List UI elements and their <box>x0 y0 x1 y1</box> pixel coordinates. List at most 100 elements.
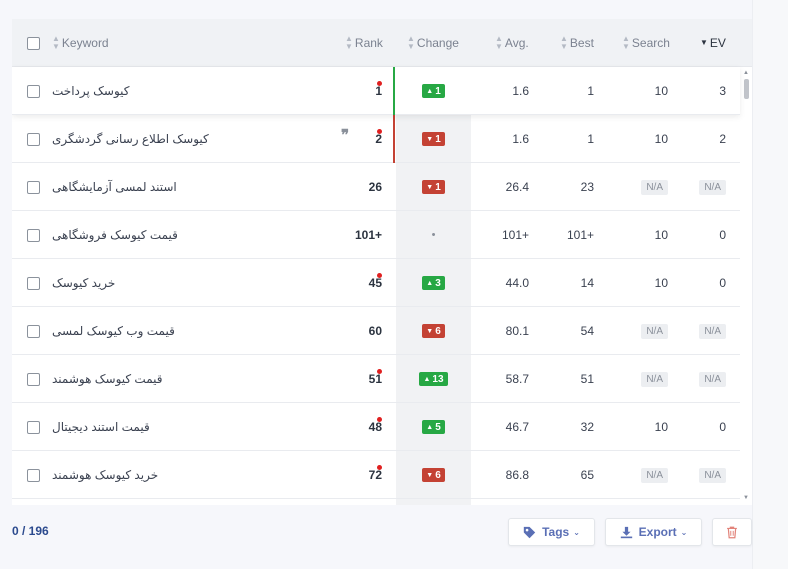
rank-value: 2 <box>375 132 382 146</box>
row-checkbox-cell <box>27 451 40 499</box>
trash-icon <box>726 526 738 539</box>
arrow-down-icon: ▼ <box>426 327 434 335</box>
avg-cell: 80.1 <box>505 324 529 338</box>
row-checkbox-cell <box>27 403 40 451</box>
header-change-label: Change <box>416 36 459 50</box>
keyword-cell[interactable]: کیوسک اطلاع رسانی گردشگری <box>52 115 332 163</box>
header-rank[interactable]: ▲ ▼ Rank <box>345 19 383 67</box>
row-checkbox-cell <box>27 115 40 163</box>
ev-value: N/A <box>699 179 726 195</box>
row-checkbox[interactable] <box>27 420 40 434</box>
rank-value: 101+ <box>354 228 382 242</box>
row-checkbox[interactable] <box>27 84 40 98</box>
scroll-down-icon[interactable]: ▼ <box>743 495 749 501</box>
rank-cell: 1 <box>342 67 382 115</box>
table-row[interactable]: قیمت کیوسک فروشگاهی 101+ • 101+ 101+ 10 0 <box>12 211 740 259</box>
ev-value: N/A <box>699 467 726 483</box>
ev-value: 2 <box>719 132 726 146</box>
row-checkbox-cell <box>27 355 40 403</box>
keyword-cell[interactable]: قیمت کیوسک فروشگاهی <box>52 211 332 259</box>
delete-button[interactable] <box>712 518 752 546</box>
row-checkbox[interactable] <box>27 324 40 338</box>
best-cell: 32 <box>580 420 594 434</box>
rank-up-bar <box>393 67 395 115</box>
table-row[interactable]: کیوسک پرداخت 1 ▲ 1 1.6 1 10 3 <box>12 67 740 115</box>
table-row[interactable]: کیوسک اطلاع رسانی گردشگری 2 ❞ ▼ 1 1.6 1 10 2 <box>12 115 740 163</box>
select-all-checkbox[interactable] <box>27 36 40 50</box>
scrollbar-thumb[interactable] <box>744 79 749 99</box>
tags-button[interactable]: Tags ⌄ <box>508 518 595 546</box>
header-keyword-label: Keyword <box>61 36 109 50</box>
change-badge: ▲ 13 <box>419 372 448 386</box>
ev-cell: N/A <box>672 163 726 211</box>
rank-down-bar <box>393 115 395 163</box>
ev-value: 0 <box>719 228 726 242</box>
header-keyword[interactable]: ▲ ▼ Keyword <box>52 19 109 67</box>
row-checkbox[interactable] <box>27 468 40 482</box>
search-value: 10 <box>654 132 668 146</box>
avg-cell: 86.8 <box>505 468 529 482</box>
header-best[interactable]: ▲ ▼ Best <box>560 19 594 67</box>
change-cell: ▼ 6 <box>396 307 471 355</box>
change-badge: ▲ 1 <box>422 84 445 98</box>
keyword-cell[interactable]: خرید کیوسک <box>52 259 332 307</box>
keyword-cell[interactable]: قیمت وب کیوسک لمسی <box>52 307 332 355</box>
sort-icon: ▲ ▼ <box>560 34 568 51</box>
search-value: N/A <box>641 467 668 483</box>
change-cell: ▲ 13 <box>396 355 471 403</box>
table-row[interactable]: قیمت استند دیجیتال 48 ▲ 5 46.7 32 10 0 <box>12 403 740 451</box>
keyword-cell[interactable]: خرید کیوسک هوشمند <box>52 451 332 499</box>
rank-cell: 26 <box>342 163 382 211</box>
sort-icon: ▲ ▼ <box>622 34 630 51</box>
change-badge: ▼ 1 <box>422 180 445 194</box>
quote-icon[interactable]: ❞ <box>341 126 349 144</box>
rank-value: 48 <box>368 420 382 434</box>
search-value: 10 <box>654 276 668 290</box>
change-cell: ▲ 5 <box>396 403 471 451</box>
table-row[interactable]: استند لمسی آزمایشگاهی 26 ▼ 1 26.4 23 N/A N/A <box>12 163 740 211</box>
keyword-cell[interactable]: استند لمسی آزمایشگاهی <box>52 163 332 211</box>
download-icon <box>620 526 633 539</box>
header-search[interactable]: ▲ ▼ Search <box>622 19 670 67</box>
row-checkbox[interactable] <box>27 276 40 290</box>
arrow-down-icon: ▼ <box>426 135 434 143</box>
table-row[interactable]: خرید کیوسک 45 ▲ 3 44.0 14 10 0 <box>12 259 740 307</box>
rank-value: 1 <box>375 84 382 98</box>
search-cell: N/A <box>602 451 668 499</box>
header-rank-label: Rank <box>354 36 383 50</box>
ev-value: 0 <box>719 276 726 290</box>
row-checkbox[interactable] <box>27 228 40 242</box>
header-avg-label: Avg. <box>504 36 529 50</box>
keyword-cell[interactable]: کیوسک پرداخت <box>52 67 332 115</box>
header-ev-label: EV <box>709 36 726 50</box>
header-ev[interactable]: ▼ EV <box>700 19 726 67</box>
rank-cell: 101+ <box>342 211 382 259</box>
select-all-cell <box>27 19 40 67</box>
row-checkbox-cell <box>27 259 40 307</box>
header-change[interactable]: ▲ ▼ Change <box>407 19 459 67</box>
ev-cell: 0 <box>672 403 726 451</box>
avg-cell: 1.6 <box>512 84 529 98</box>
header-avg[interactable]: ▲ ▼ Avg. <box>495 19 529 67</box>
change-cell: ▼ 1 <box>396 163 471 211</box>
table-row[interactable]: خرید کیوسک هوشمند 72 ▼ 6 86.8 65 N/A N/A <box>12 451 740 499</box>
scroll-up-icon[interactable]: ▲ <box>743 70 749 76</box>
avg-cell: 101+ <box>501 228 529 242</box>
sort-icon: ▲ ▼ <box>345 34 353 51</box>
arrow-up-icon: ▲ <box>426 279 434 287</box>
search-value: N/A <box>641 371 668 387</box>
keyword-cell[interactable]: قیمت استند دیجیتال <box>52 403 332 451</box>
search-cell: N/A <box>602 307 668 355</box>
row-checkbox[interactable] <box>27 132 40 146</box>
new-rank-indicator-icon <box>377 81 382 86</box>
rank-value: 72 <box>368 468 382 482</box>
search-value: 10 <box>654 84 668 98</box>
keyword-cell[interactable]: قیمت کیوسک هوشمند <box>52 355 332 403</box>
row-checkbox[interactable] <box>27 372 40 386</box>
rank-cell: 72 <box>342 451 382 499</box>
export-button[interactable]: Export ⌄ <box>605 518 702 546</box>
table-row[interactable]: قیمت کیوسک هوشمند 51 ▲ 13 58.7 51 N/A N/A <box>12 355 740 403</box>
table-row[interactable]: قیمت وب کیوسک لمسی 60 ▼ 6 80.1 54 N/A N/A <box>12 307 740 355</box>
table-scrollbar[interactable]: ▲ ▼ <box>740 67 752 505</box>
row-checkbox[interactable] <box>27 180 40 194</box>
